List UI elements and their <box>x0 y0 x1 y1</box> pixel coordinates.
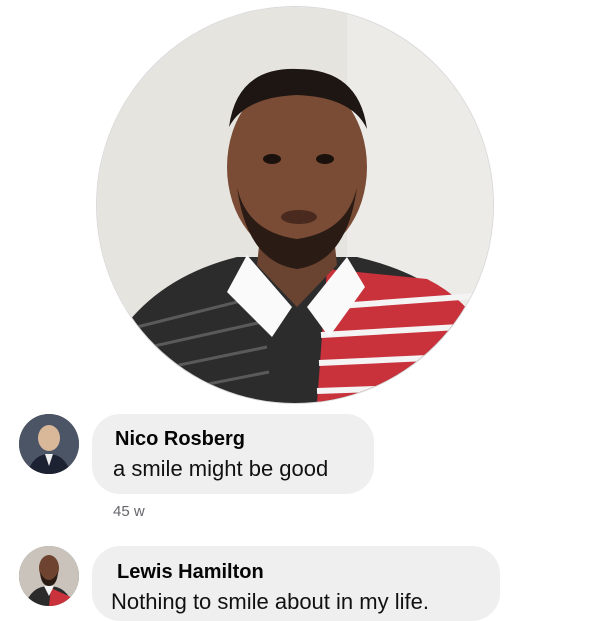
avatar[interactable] <box>19 546 79 606</box>
comment-author[interactable]: Nico Rosberg <box>115 428 245 451</box>
profile-photo-image <box>97 7 493 403</box>
avatar-image <box>19 414 79 474</box>
comment-text: Nothing to smile about in my life. <box>111 589 429 614</box>
comment-item: Lewis Hamilton Nothing to smile about in… <box>0 540 590 621</box>
comment-item: Nico Rosberg a smile might be good 45 w <box>0 410 590 520</box>
comment-bubble <box>92 414 374 494</box>
comment-timestamp[interactable]: 45 w <box>113 503 145 520</box>
comment-text: a smile might be good <box>113 456 329 481</box>
profile-photo[interactable] <box>97 7 493 403</box>
avatar[interactable] <box>19 414 79 474</box>
comment-author[interactable]: Lewis Hamilton <box>117 561 264 584</box>
avatar-image <box>19 546 79 606</box>
